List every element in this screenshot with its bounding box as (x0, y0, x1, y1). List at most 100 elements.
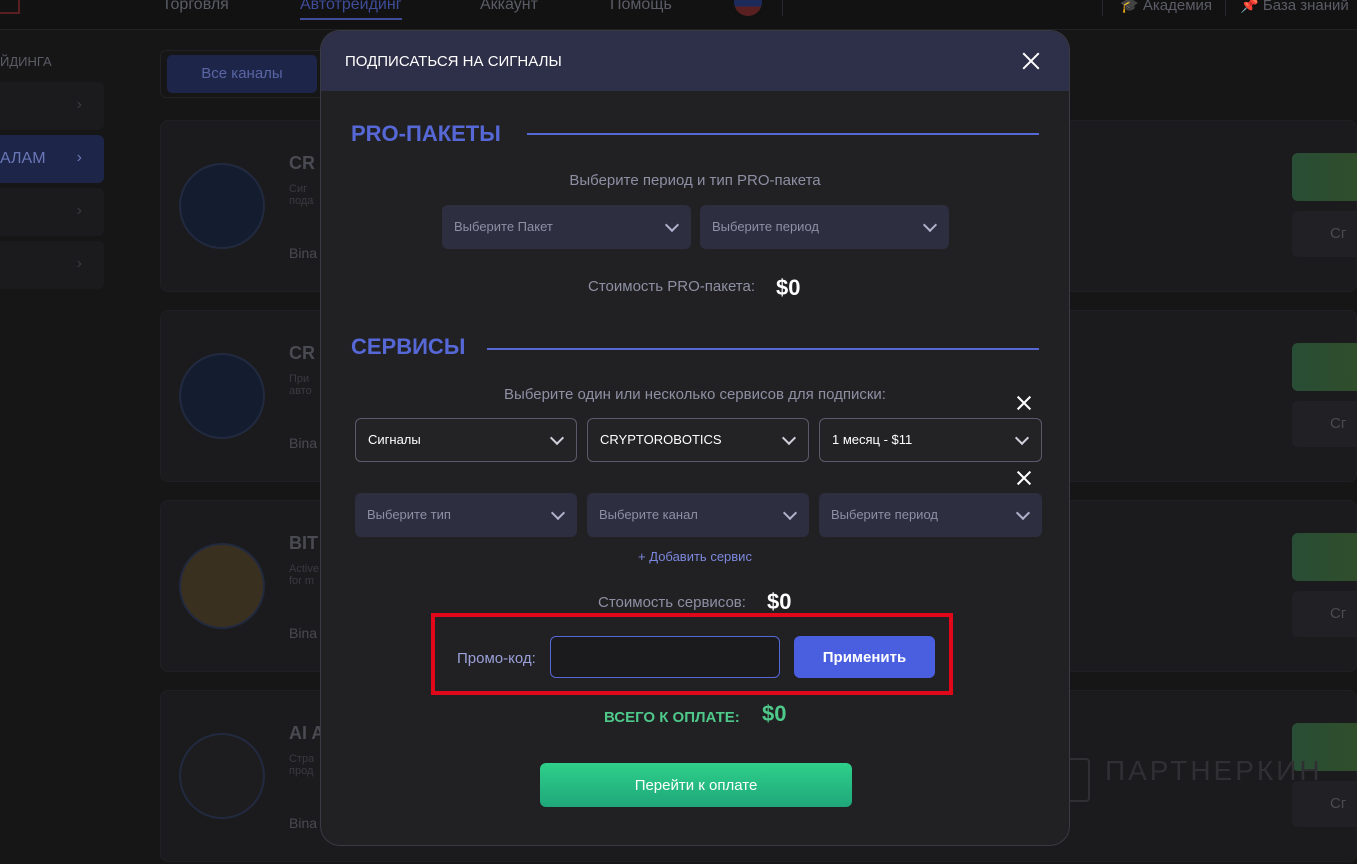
subscribe-button[interactable] (1292, 153, 1357, 201)
sidebar-item[interactable]: › (0, 82, 104, 130)
pro-cost-label: Стоимость PRO-пакета: (588, 278, 756, 295)
language-flag-icon[interactable] (734, 0, 762, 16)
modal-header: ПОДПИСАТЬСЯ НА СИГНАЛЫ (321, 31, 1069, 91)
sidebar-title: ЙДИНГА (0, 54, 52, 69)
nav-tab-help[interactable]: Помощь (610, 0, 672, 14)
chevron-down-icon (1015, 505, 1031, 521)
sidebar-item-active[interactable]: АЛАМ › (0, 135, 104, 183)
nav-tab-autotrading[interactable]: Автотрейдинг (300, 0, 402, 20)
section-divider (487, 348, 1039, 350)
channel-description: Сиг пода (289, 183, 313, 207)
nav-tab-account[interactable]: Аккаунт (480, 0, 538, 14)
academy-label: Академия (1142, 0, 1213, 14)
description-line: авто (289, 385, 312, 397)
chevron-right-icon: › (76, 202, 82, 219)
service-period-value: 1 месяц - $11 (832, 432, 913, 447)
description-line: Стра (289, 753, 315, 765)
pro-cost-value: $0 (776, 275, 801, 300)
divider (1102, 0, 1103, 16)
channel-exchange: Bina (289, 245, 318, 261)
top-navigation: Торговля Автотрейдинг Аккаунт Помощь 🎓 А… (0, 0, 1357, 30)
logo (0, 0, 20, 14)
chevron-right-icon: › (76, 255, 82, 272)
chevron-down-icon (664, 217, 680, 233)
chevron-right-icon: › (76, 96, 82, 113)
details-button[interactable]: Сг (1292, 401, 1357, 447)
channel-description: При авто (289, 373, 312, 397)
knowledge-base-link[interactable]: 📌 База знаний (1240, 0, 1349, 14)
channel-description: Active for m (289, 563, 319, 587)
channel-name: CR (289, 343, 315, 363)
nav-tab-trading[interactable]: Торговля (162, 0, 229, 14)
apply-promo-button[interactable]: Применить (794, 636, 935, 678)
crystal-avatar-icon (179, 163, 265, 249)
services-cost-label: Стоимость сервисов: (598, 594, 746, 611)
sidebar-item[interactable]: › (0, 241, 104, 289)
channel-exchange: Bina (289, 625, 318, 641)
description-line: Сиг (289, 183, 308, 195)
chevron-down-icon (550, 505, 566, 521)
remove-service-row-icon[interactable] (1016, 395, 1032, 411)
details-button[interactable]: Сг (1292, 211, 1357, 257)
service-channel-select[interactable]: CRYPTOROBOTICS (587, 418, 809, 462)
services-hint: Выберите один или несколько сервисов для… (504, 386, 886, 403)
trader-avatar-icon (179, 543, 265, 629)
service-period-value: Выберите период (831, 507, 938, 522)
academy-link[interactable]: 🎓 Академия (1120, 0, 1212, 14)
details-button[interactable]: Сг (1292, 781, 1357, 827)
chevron-down-icon (549, 430, 565, 446)
package-select[interactable]: Выберите Пакет (442, 205, 691, 249)
total-value: $0 (762, 701, 787, 726)
chevron-down-icon (782, 505, 798, 521)
chevron-right-icon: › (76, 149, 82, 166)
services-section-title: СЕРВИСЫ (351, 334, 466, 359)
service-period-select[interactable]: 1 месяц - $11 (819, 418, 1042, 462)
sidebar-item-label: АЛАМ (0, 150, 46, 167)
sidebar-item[interactable]: › (0, 188, 104, 236)
details-button[interactable]: Сг (1292, 591, 1357, 637)
watermark-text: ПАРТНЕРКИН (1105, 755, 1323, 786)
service-channel-select[interactable]: Выберите канал (587, 493, 809, 537)
service-period-select[interactable]: Выберите период (819, 493, 1042, 537)
pro-period-select-value: Выберите период (712, 219, 819, 234)
ai-alpha-logo-icon (179, 733, 265, 819)
service-type-select[interactable]: Выберите тип (355, 493, 577, 537)
channel-exchange: Bina (289, 435, 318, 451)
proceed-to-payment-button[interactable]: Перейти к оплате (540, 763, 852, 807)
description-line: прод (289, 765, 314, 777)
subscribe-modal: ПОДПИСАТЬСЯ НА СИГНАЛЫ PRO-ПАКЕТЫ Выбери… (320, 30, 1070, 846)
close-icon[interactable] (1019, 49, 1043, 73)
service-channel-value: Выберите канал (599, 507, 698, 522)
pro-period-select[interactable]: Выберите период (700, 205, 949, 249)
subscribe-button[interactable] (1292, 343, 1357, 391)
channel-description: Стра прод (289, 753, 314, 777)
description-line: При (289, 373, 310, 385)
promo-label: Промо-код: (457, 650, 536, 667)
channel-tabs: Все каналы (160, 50, 340, 98)
chevron-down-icon (1014, 430, 1030, 446)
subscribe-button[interactable] (1292, 533, 1357, 581)
description-line: for m (289, 575, 315, 587)
knowledge-base-label: База знаний (1262, 0, 1349, 14)
description-line: Active (289, 563, 319, 575)
promo-code-input[interactable] (550, 636, 780, 678)
divider (782, 0, 783, 16)
pro-section-title: PRO-ПАКЕТЫ (351, 121, 501, 146)
channel-name: BIT (289, 533, 318, 553)
service-type-select[interactable]: Сигналы (355, 418, 577, 462)
channel-name: CR (289, 153, 315, 173)
add-service-link[interactable]: + Добавить сервис (321, 549, 1069, 564)
channel-exchange: Bina (289, 815, 318, 831)
service-type-value: Сигналы (368, 432, 421, 447)
remove-service-row-icon[interactable] (1016, 470, 1032, 486)
description-line: пода (289, 195, 314, 207)
robot-avatar-icon (179, 353, 265, 439)
package-select-value: Выберите Пакет (454, 219, 553, 234)
tab-all-channels[interactable]: Все каналы (167, 55, 317, 93)
pro-hint: Выберите период и тип PRO-пакета (569, 172, 821, 189)
services-cost-value: $0 (767, 589, 792, 614)
service-type-value: Выберите тип (367, 507, 451, 522)
section-divider (527, 133, 1039, 135)
divider (1225, 0, 1226, 16)
modal-title: ПОДПИСАТЬСЯ НА СИГНАЛЫ (345, 53, 562, 70)
